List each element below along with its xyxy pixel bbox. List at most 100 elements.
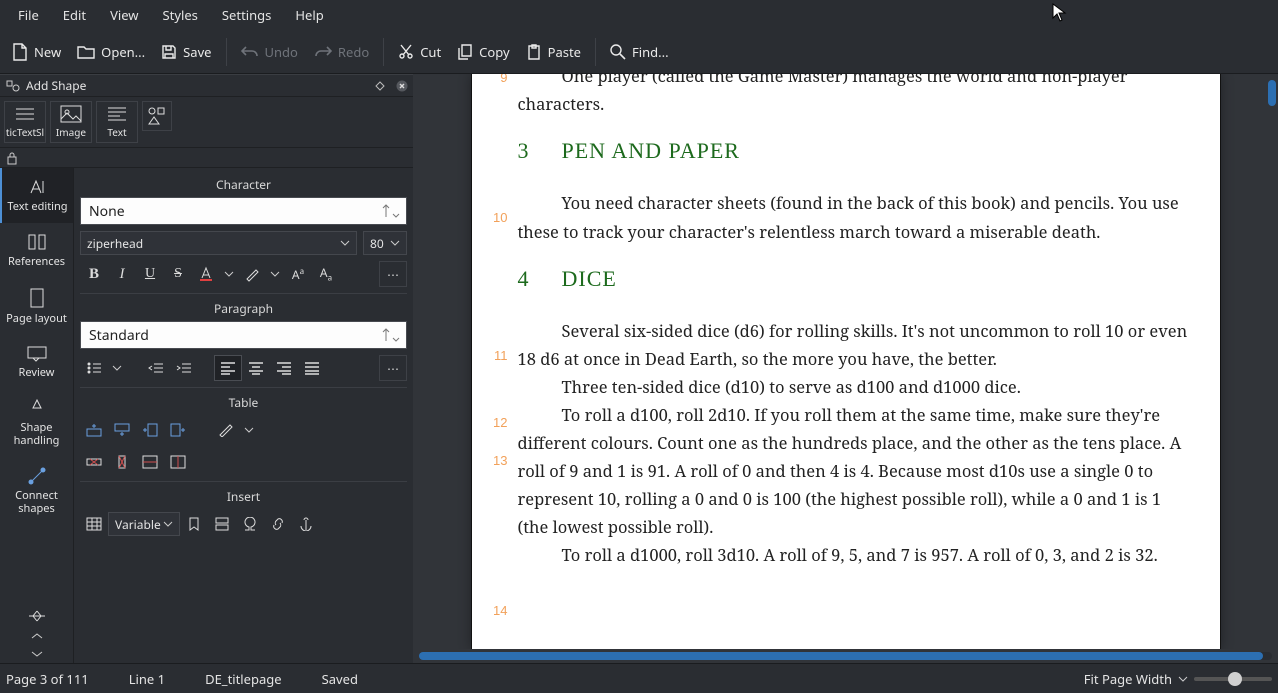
scroll-down-icon[interactable]: [0, 645, 73, 663]
tab-connect-shapes[interactable]: Connect shapes: [0, 457, 73, 525]
status-page[interactable]: Page 3 of 111: [6, 670, 89, 688]
variable-select[interactable]: Variable: [108, 512, 180, 536]
strike-button[interactable]: S: [164, 261, 192, 287]
table-border-button[interactable]: [212, 417, 240, 443]
font-family-select[interactable]: ziperhead: [80, 231, 357, 255]
para-style-combo[interactable]: Standard: [80, 321, 407, 349]
section-table: Table: [80, 394, 407, 411]
toolbar-separator: [226, 38, 227, 66]
find-label: Find...: [632, 43, 669, 61]
underline-button[interactable]: U: [136, 261, 164, 287]
lock-icon[interactable]: [6, 151, 18, 165]
tab-transform[interactable]: [0, 605, 73, 627]
tab-text-editing[interactable]: Text editing: [0, 168, 73, 223]
text-color-button[interactable]: [192, 261, 220, 287]
insert-anchor[interactable]: [292, 511, 320, 537]
chevron-down-icon: [390, 240, 400, 246]
list-button[interactable]: [80, 355, 108, 381]
zoom-slider[interactable]: [1194, 677, 1272, 681]
menubar: File Edit View Styles Settings Help: [0, 0, 1278, 30]
new-file-icon: [12, 43, 28, 61]
copy-button[interactable]: Copy: [449, 37, 517, 67]
table-delete-row[interactable]: [80, 449, 108, 475]
table-insert-row-below[interactable]: [108, 417, 136, 443]
shape-artistic-text[interactable]: ticTextSl: [4, 101, 46, 143]
insert-pagebreak[interactable]: [208, 511, 236, 537]
open-folder-icon: [77, 44, 95, 60]
line-number: 12: [480, 412, 508, 434]
line-number: 9: [480, 74, 508, 89]
combo-steppers[interactable]: [382, 328, 400, 342]
document-viewport[interactable]: 9 One player (called the Game Master) ma…: [413, 74, 1278, 649]
zoom-control[interactable]: Fit Page Width: [1084, 670, 1272, 688]
char-more-button[interactable]: ⋯: [379, 261, 407, 287]
char-style-combo[interactable]: None: [80, 197, 407, 225]
shape-text[interactable]: Text: [96, 101, 138, 143]
menu-help[interactable]: Help: [285, 2, 333, 28]
combo-steppers[interactable]: [382, 204, 400, 218]
insert-table-button[interactable]: [80, 511, 108, 537]
table-border-dropdown[interactable]: [240, 417, 258, 443]
font-size-select[interactable]: 80: [363, 231, 407, 255]
body-text: You need character sheets (found in the …: [518, 189, 1190, 245]
shape-image[interactable]: Image: [50, 101, 92, 143]
save-button[interactable]: Save: [153, 37, 219, 67]
open-button[interactable]: Open...: [69, 37, 153, 67]
find-button[interactable]: Find...: [602, 37, 677, 67]
superscript-button[interactable]: Aa: [284, 261, 312, 287]
shape-basic-shapes[interactable]: [142, 101, 172, 131]
menu-edit[interactable]: Edit: [53, 2, 96, 28]
close-icon[interactable]: [391, 80, 413, 92]
align-right-button[interactable]: [270, 355, 298, 381]
redo-button[interactable]: Redo: [306, 37, 377, 67]
shape-label: Text: [107, 125, 126, 139]
text-color-dropdown[interactable]: [220, 261, 238, 287]
cut-button[interactable]: Cut: [390, 37, 449, 67]
table-delete-col[interactable]: [108, 449, 136, 475]
table-insert-col-right[interactable]: [164, 417, 192, 443]
insert-row: Variable: [80, 511, 407, 537]
italic-button[interactable]: I: [108, 261, 136, 287]
tab-references[interactable]: References: [0, 223, 73, 278]
subscript-button[interactable]: Aa: [312, 261, 340, 287]
vertical-scrollbar[interactable]: [1268, 80, 1276, 106]
section-character: Character: [80, 176, 407, 193]
scroll-up-icon[interactable]: [0, 627, 73, 645]
undo-label: Undo: [265, 43, 298, 61]
tab-label: Review: [19, 366, 55, 379]
insert-link[interactable]: [264, 511, 292, 537]
list-dropdown[interactable]: [108, 355, 126, 381]
paste-button[interactable]: Paste: [518, 37, 589, 67]
tab-page-layout[interactable]: Page layout: [0, 278, 73, 335]
tab-shape-handling[interactable]: Shape handling: [0, 389, 73, 457]
para-more-button[interactable]: ⋯: [379, 355, 407, 381]
highlight-button[interactable]: [238, 261, 266, 287]
para-format-row: ⋯: [80, 355, 407, 381]
menu-settings[interactable]: Settings: [212, 2, 281, 28]
menu-styles[interactable]: Styles: [153, 2, 208, 28]
tab-review[interactable]: Review: [0, 336, 73, 389]
insert-bookmark[interactable]: [180, 511, 208, 537]
table-split-cells[interactable]: [164, 449, 192, 475]
table-row2: [80, 449, 407, 475]
line-number: 13: [480, 450, 508, 472]
align-justify-button[interactable]: [298, 355, 326, 381]
bold-button[interactable]: B: [80, 261, 108, 287]
indent-decrease-button[interactable]: [142, 355, 170, 381]
new-button[interactable]: New: [4, 37, 69, 67]
table-merge-cells[interactable]: [136, 449, 164, 475]
table-insert-row-above[interactable]: [80, 417, 108, 443]
copy-label: Copy: [479, 43, 509, 61]
indent-increase-button[interactable]: [170, 355, 198, 381]
menu-file[interactable]: File: [8, 2, 49, 28]
body-text: To roll a d100, roll 2d10. If you roll t…: [518, 401, 1190, 541]
align-left-button[interactable]: [214, 355, 242, 381]
insert-special-char[interactable]: [236, 511, 264, 537]
align-center-button[interactable]: [242, 355, 270, 381]
horizontal-scrollbar[interactable]: [413, 649, 1278, 663]
undo-button[interactable]: Undo: [233, 37, 306, 67]
table-insert-col-left[interactable]: [136, 417, 164, 443]
menu-view[interactable]: View: [100, 2, 148, 28]
detach-icon[interactable]: [369, 81, 391, 91]
highlight-dropdown[interactable]: [266, 261, 284, 287]
